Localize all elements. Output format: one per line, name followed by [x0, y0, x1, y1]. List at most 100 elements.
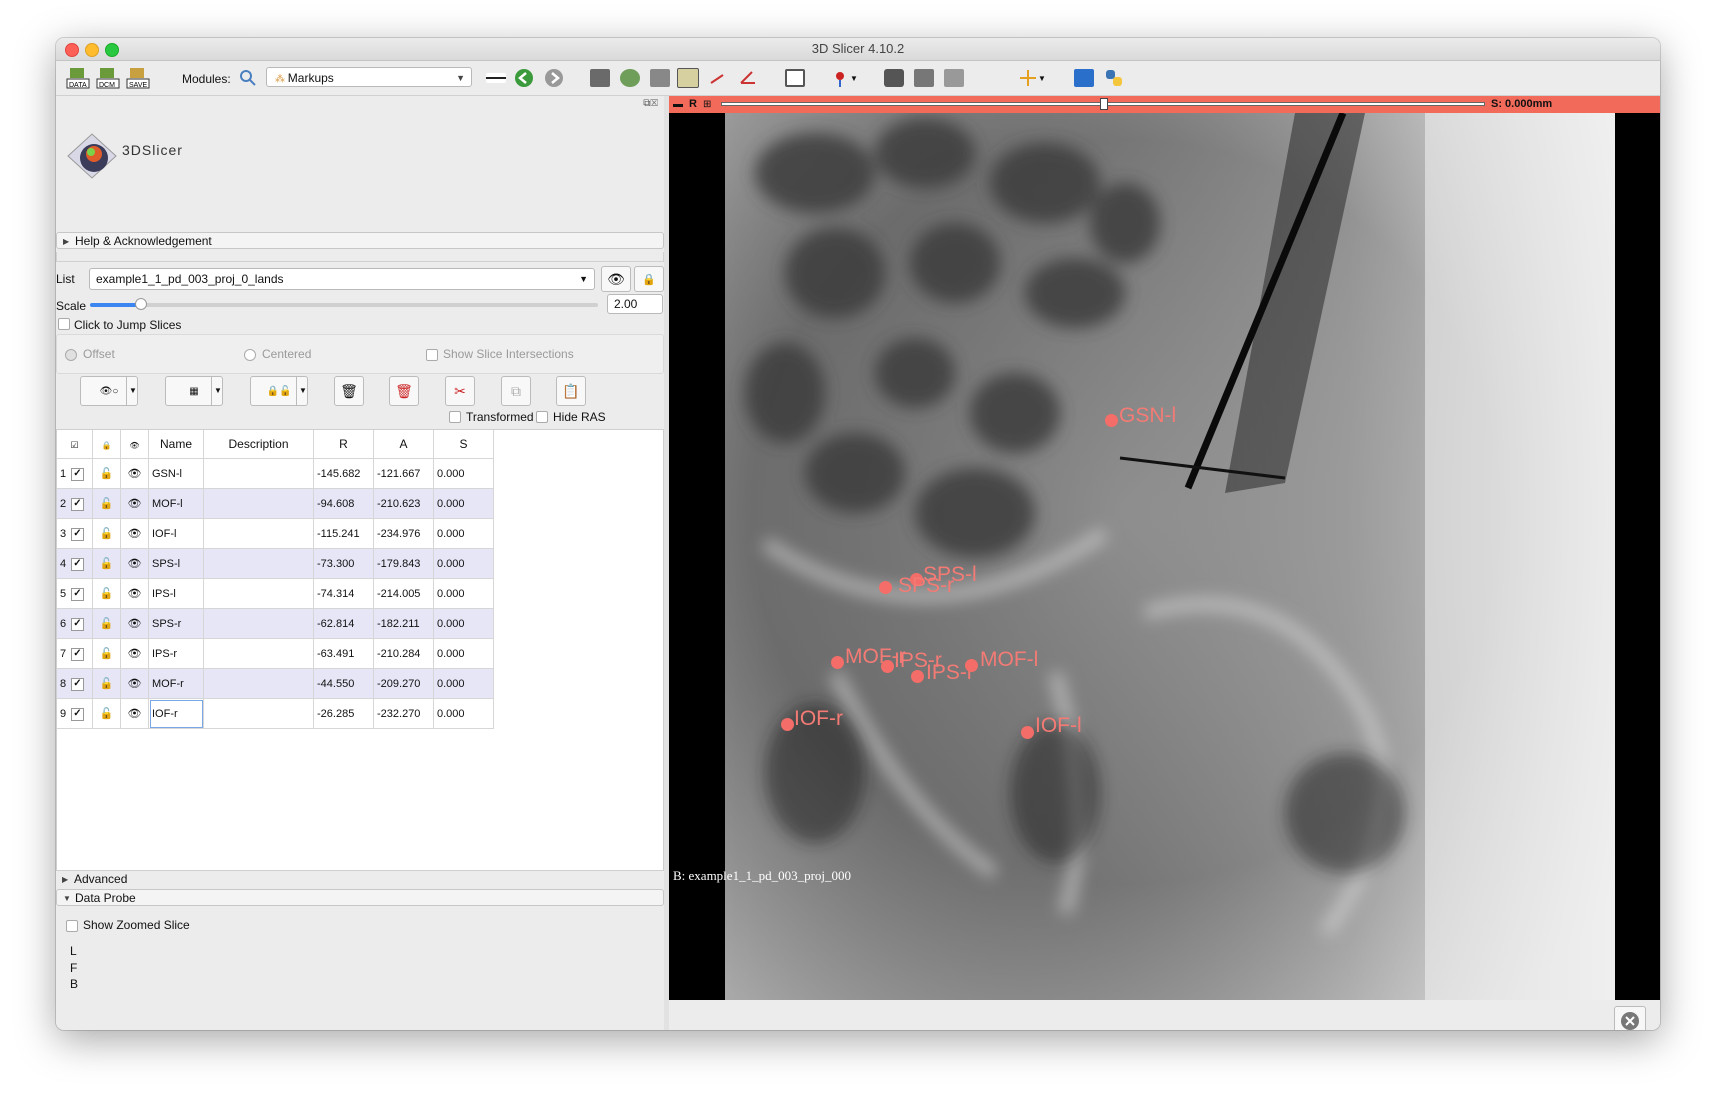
row-select-cell[interactable]: 3 ✓ [57, 519, 93, 549]
row-s-cell[interactable]: 0.000 [434, 609, 494, 639]
screenshot-button[interactable] [882, 67, 906, 89]
scale-slider[interactable] [90, 298, 598, 310]
row-name-cell[interactable]: SPS-r [149, 609, 204, 639]
scene-view-button[interactable] [912, 67, 936, 89]
row-select-cell[interactable]: 6 ✓ [57, 609, 93, 639]
row-a-cell[interactable]: -234.976 [374, 519, 434, 549]
row-a-cell[interactable]: -210.623 [374, 489, 434, 519]
row-lock-cell[interactable]: 🔓 [93, 609, 121, 639]
row-description-cell[interactable] [204, 459, 314, 489]
load-dicom-button[interactable]: DCM [96, 67, 120, 89]
lock-dropdown[interactable]: ▼ [296, 376, 309, 406]
forward-button[interactable] [542, 67, 566, 89]
close-window-button[interactable] [65, 43, 79, 57]
row-select-cell[interactable]: 8 ✓ [57, 669, 93, 699]
header-s[interactable]: S [434, 430, 494, 459]
row-a-cell[interactable]: -121.667 [374, 459, 434, 489]
table-row[interactable]: 4 ✓ 🔓 👁 SPS-l -73.300 -179.843 0.000 [57, 549, 537, 579]
crosshair-options-dropdown[interactable]: ▼ [1036, 67, 1048, 89]
row-s-cell[interactable]: 0.000 [434, 669, 494, 699]
row-r-cell[interactable]: -62.814 [314, 609, 374, 639]
row-a-cell[interactable]: -209.270 [374, 669, 434, 699]
list-visibility-button[interactable]: 👁 [601, 266, 631, 292]
models-module-button[interactable] [618, 67, 642, 89]
layout-button[interactable] [783, 67, 807, 89]
row-s-cell[interactable]: 0.000 [434, 699, 494, 729]
header-name[interactable]: Name [149, 430, 204, 459]
row-name-cell[interactable]: MOF-r [149, 669, 204, 699]
row-checkbox[interactable]: ✓ [71, 648, 84, 661]
row-checkbox[interactable]: ✓ [71, 618, 84, 631]
row-lock-cell[interactable]: 🔓 [93, 699, 121, 729]
offset-radio[interactable] [65, 349, 77, 361]
delete-point-button[interactable]: 🗑 [334, 376, 364, 406]
advanced-section-header[interactable]: ▶ Advanced [56, 871, 664, 888]
row-a-cell[interactable]: -179.843 [374, 549, 434, 579]
markup-list-selector[interactable]: example1_1_pd_003_proj_0_lands ▼ [89, 268, 595, 290]
row-name-cell[interactable]: MOF-l [149, 489, 204, 519]
row-description-cell[interactable] [204, 549, 314, 579]
row-select-cell[interactable]: 7 ✓ [57, 639, 93, 669]
landmark-point[interactable] [881, 660, 894, 673]
python-console-button[interactable] [1102, 67, 1126, 89]
table-row[interactable]: 7 ✓ 🔓 👁 IPS-r -63.491 -210.284 0.000 [57, 639, 537, 669]
volume-module-button[interactable] [588, 67, 612, 89]
panel-undock-icon[interactable]: ⧉☒ [643, 98, 658, 109]
row-s-cell[interactable]: 0.000 [434, 489, 494, 519]
table-row[interactable]: 5 ✓ 🔓 👁 IPS-l -74.314 -214.005 0.000 [57, 579, 537, 609]
row-visibility-cell[interactable]: 👁 [121, 669, 149, 699]
row-description-cell[interactable] [204, 519, 314, 549]
row-visibility-cell[interactable]: 👁 [121, 489, 149, 519]
landmark-point[interactable] [1105, 414, 1118, 427]
module-history-button[interactable] [484, 67, 508, 89]
row-visibility-cell[interactable]: 👁 [121, 699, 149, 729]
row-checkbox[interactable]: ✓ [71, 558, 84, 571]
row-description-cell[interactable] [204, 699, 314, 729]
scale-slider-thumb[interactable] [134, 298, 147, 310]
row-description-cell[interactable] [204, 579, 314, 609]
row-a-cell[interactable]: -232.270 [374, 699, 434, 729]
slice-offset-slider[interactable] [721, 98, 1485, 110]
table-row[interactable]: 6 ✓ 🔓 👁 SPS-r -62.814 -182.211 0.000 [57, 609, 537, 639]
red-slice-view[interactable]: GSN-l SPS-l SPS-r MOF-r IPS-r IPS-l MOF-l IOF-r… [669, 113, 1660, 1000]
show-zoomed-checkbox[interactable] [66, 920, 78, 932]
row-s-cell[interactable]: 0.000 [434, 579, 494, 609]
scene-restore-button[interactable] [942, 67, 966, 89]
centered-radio[interactable] [244, 349, 256, 361]
row-select-cell[interactable]: 1 ✓ [57, 459, 93, 489]
paste-button[interactable]: 📋 [556, 376, 586, 406]
row-s-cell[interactable]: 0.000 [434, 639, 494, 669]
row-description-cell[interactable] [204, 669, 314, 699]
row-name-cell[interactable]: GSN-l [149, 459, 204, 489]
pin-icon[interactable]: ▬ [673, 96, 683, 113]
module-search-button[interactable] [236, 67, 260, 89]
visibility-dropdown[interactable]: ▼ [126, 376, 139, 406]
row-name-cell[interactable]: IOF-l [149, 519, 204, 549]
data-probe-section-header[interactable]: ▼ Data Probe [56, 889, 664, 906]
row-r-cell[interactable]: -44.550 [314, 669, 374, 699]
table-row[interactable]: 1 ✓ 🔓 👁 GSN-l -145.682 -121.667 0.000 [57, 459, 537, 489]
row-name-cell[interactable]: SPS-l [149, 549, 204, 579]
hide-ras-checkbox[interactable] [536, 411, 548, 423]
row-checkbox[interactable]: ✓ [71, 468, 84, 481]
close-view-button[interactable] [1614, 1006, 1646, 1030]
transformed-checkbox[interactable] [449, 411, 461, 423]
header-a[interactable]: A [374, 430, 434, 459]
row-r-cell[interactable]: -63.491 [314, 639, 374, 669]
help-section-header[interactable]: ▶ Help & Acknowledgement [56, 232, 664, 249]
row-visibility-cell[interactable]: 👁 [121, 579, 149, 609]
row-checkbox[interactable]: ✓ [71, 588, 84, 601]
save-button[interactable]: SAVE [126, 67, 150, 89]
landmark-point[interactable] [911, 670, 924, 683]
header-select-all[interactable]: ☑ [57, 430, 93, 459]
landmark-point[interactable] [879, 581, 892, 594]
row-description-cell[interactable] [204, 489, 314, 519]
row-lock-cell[interactable]: 🔓 [93, 519, 121, 549]
row-description-cell[interactable] [204, 609, 314, 639]
row-select-cell[interactable]: 2 ✓ [57, 489, 93, 519]
slice-offset-thumb[interactable] [1100, 98, 1108, 110]
show-intersections-checkbox[interactable] [426, 349, 438, 361]
landmark-point[interactable] [965, 659, 978, 672]
header-r[interactable]: R [314, 430, 374, 459]
extension-manager-button[interactable] [1072, 67, 1096, 89]
